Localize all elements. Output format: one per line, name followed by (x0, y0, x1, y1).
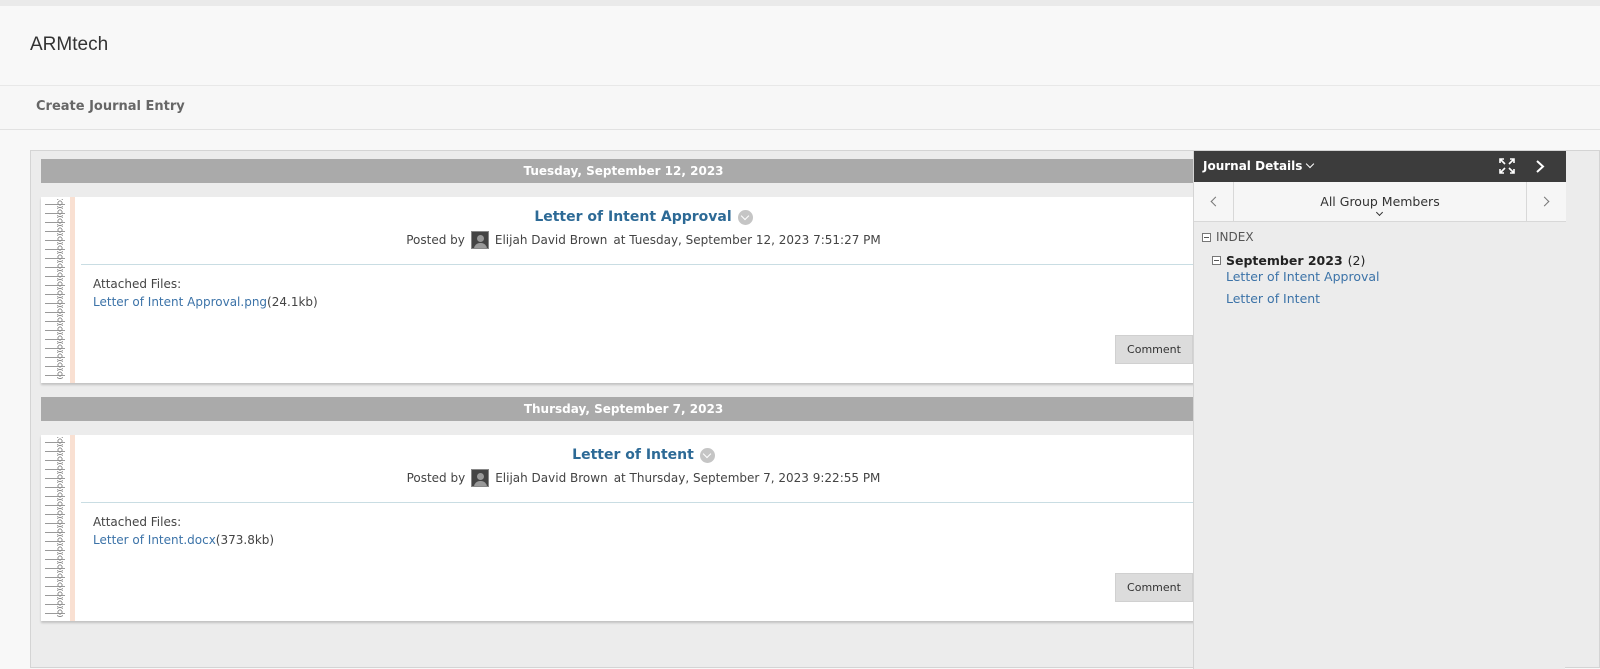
collapse-arrow-icon[interactable] (1534, 159, 1546, 174)
index-month: September 2023 (2) (1212, 253, 1365, 268)
entry-title-link[interactable]: Letter of Intent (572, 447, 694, 463)
panel-title: Journal Details (1203, 159, 1303, 173)
date-header: Thursday, September 7, 2023 (41, 397, 1206, 421)
journal-entry: Letter of Intent Approval Posted by Elij… (41, 197, 1206, 383)
posted-timestamp: at Tuesday, September 12, 2023 7:51:27 P… (613, 233, 881, 247)
posted-by-label: Posted by (406, 471, 466, 485)
entry-body: Attached Files: Letter of Intent Approva… (93, 277, 318, 309)
page-header: ARMtech (0, 6, 1600, 86)
index-heading: INDEX (1202, 230, 1254, 244)
author-name: Elijah David Brown (495, 471, 608, 485)
attached-file-link[interactable]: Letter of Intent.docx (93, 533, 216, 547)
entry-header: Letter of Intent Posted by Elijah David … (81, 435, 1206, 503)
next-member-chevron-right-icon[interactable] (1526, 182, 1566, 222)
journal-details-toggle[interactable]: Journal Details (1203, 159, 1315, 173)
attached-file-link[interactable]: Letter of Intent Approval.png (93, 295, 267, 309)
expand-icon[interactable] (1499, 158, 1515, 174)
avatar (470, 231, 489, 249)
entry-options-chevron-icon[interactable] (737, 209, 753, 225)
action-bar: Create Journal Entry (0, 86, 1600, 130)
avatar (471, 469, 490, 487)
member-filter-select[interactable]: All Group Members (1234, 182, 1526, 222)
chevron-down-icon (1306, 159, 1315, 169)
course-title: ARMtech (30, 34, 109, 55)
member-filter-value: All Group Members (1320, 194, 1440, 209)
posted-timestamp: at Thursday, September 7, 2023 9:22:55 P… (613, 471, 881, 485)
attached-files-label: Attached Files: (93, 515, 182, 529)
file-size: (24.1kb) (267, 295, 318, 309)
journal-details-panel: Journal Details All Group Members INDEX … (1193, 151, 1566, 669)
previous-member-chevron-left-icon[interactable] (1194, 182, 1234, 222)
collapse-month-icon[interactable] (1212, 256, 1221, 265)
entry-meta: Posted by Elijah David Brown at Thursday… (81, 469, 1206, 487)
entry-options-chevron-icon[interactable] (699, 447, 715, 463)
create-journal-entry-button[interactable]: Create Journal Entry (36, 99, 185, 114)
journal-entry: Letter of Intent Posted by Elijah David … (41, 435, 1206, 621)
member-filter-bar: All Group Members (1194, 182, 1566, 222)
panel-header: Journal Details (1194, 151, 1566, 182)
comment-button[interactable]: Comment (1115, 335, 1193, 364)
month-label: September 2023 (1226, 253, 1343, 268)
date-header: Tuesday, September 12, 2023 (41, 159, 1206, 183)
index-label: INDEX (1216, 230, 1254, 244)
entry-meta: Posted by Elijah David Brown at Tuesday,… (81, 231, 1206, 249)
notebook-spiral (41, 197, 75, 383)
attached-files-label: Attached Files: (93, 277, 182, 291)
posted-by-label: Posted by (406, 233, 465, 247)
index-link[interactable]: Letter of Intent (1226, 291, 1320, 306)
file-size: (373.8kb) (215, 533, 275, 547)
entry-header: Letter of Intent Approval Posted by Elij… (81, 197, 1206, 265)
author-name: Elijah David Brown (494, 233, 608, 247)
month-count: (2) (1347, 253, 1366, 268)
entry-title-link[interactable]: Letter of Intent Approval (534, 209, 731, 225)
notebook-spiral (41, 435, 75, 621)
entries-list: Tuesday, September 12, 2023 Letter of In… (31, 151, 1217, 669)
index-link[interactable]: Letter of Intent Approval (1226, 269, 1380, 284)
chevron-down-icon (1375, 208, 1384, 217)
entry-body: Attached Files: Letter of Intent.docx(37… (93, 515, 274, 547)
comment-button[interactable]: Comment (1115, 573, 1193, 602)
collapse-index-icon[interactable] (1202, 232, 1211, 242)
journal-content: Tuesday, September 12, 2023 Letter of In… (30, 150, 1600, 669)
